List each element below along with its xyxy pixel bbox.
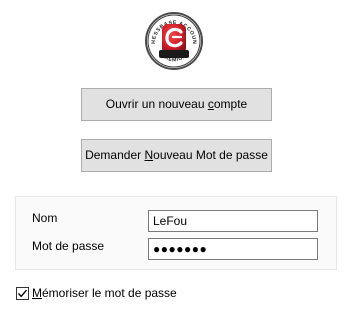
open-new-account-label-after: ompte [213, 97, 248, 111]
chessbase-logo-icon: CHESSBASE ACCOUNT PREMIUM [141, 6, 203, 70]
open-new-account-button[interactable]: Ouvrir un nouveau compte [81, 88, 272, 121]
request-new-password-button[interactable]: Demander Nouveau Mot de passe [81, 139, 272, 172]
request-new-password-label-before: Demander [85, 148, 145, 162]
chessbase-premium-logo: CHESSBASE ACCOUNT PREMIUM [141, 6, 205, 72]
remember-password-label-mnemonic: M [32, 286, 42, 300]
password-label: Mot de passe [32, 239, 105, 253]
request-new-password-label-after: ouveau Mot de passe [153, 148, 268, 162]
remember-password-label: Mémoriser le mot de passe [32, 286, 177, 300]
remember-password-row[interactable]: Mémoriser le mot de passe [16, 286, 177, 300]
name-label: Nom [32, 211, 58, 225]
password-input[interactable] [148, 238, 318, 260]
remember-password-checkbox[interactable] [16, 286, 29, 300]
checkmark-icon [17, 289, 28, 297]
remember-password-label-after: émoriser le mot de passe [42, 286, 177, 300]
request-new-password-label-mnemonic: N [144, 148, 154, 162]
open-new-account-label-before: Ouvrir un nouveau [105, 97, 208, 111]
name-input[interactable] [148, 210, 318, 232]
